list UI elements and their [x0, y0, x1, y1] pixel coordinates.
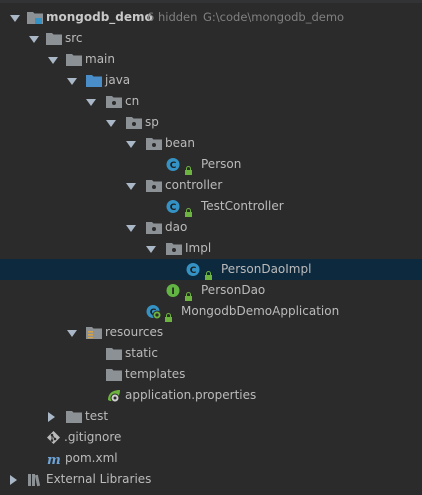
tree-label-sp: sp	[145, 115, 159, 129]
svg-text:C: C	[170, 161, 177, 171]
chevron-down-icon[interactable]	[48, 57, 58, 64]
tree-label-person-dao: PersonDao	[201, 283, 266, 297]
svg-text:C: C	[170, 203, 177, 213]
tree-node-cn[interactable]: cn	[0, 91, 422, 112]
tree-label-bean: bean	[165, 136, 195, 150]
project-tree: mongodb_demo 6 hidden G:\code\mongodb_de…	[0, 7, 422, 490]
chevron-down-icon[interactable]	[29, 36, 39, 43]
tree-node-java[interactable]: java	[0, 70, 422, 91]
class-icon: C	[166, 199, 182, 214]
tree-label-test-controller: TestController	[201, 199, 284, 213]
tree-node-application-properties[interactable]: application.properties	[0, 385, 422, 406]
tree-node-static[interactable]: static	[0, 343, 422, 364]
chevron-right-icon[interactable]	[10, 475, 17, 485]
tree-label-pom: pom.xml	[65, 451, 118, 465]
chevron-down-icon[interactable]	[126, 141, 136, 148]
maven-icon: m	[46, 451, 62, 466]
toolbar-edge	[0, 0, 422, 3]
package-icon	[146, 136, 162, 151]
tree-node-person-dao[interactable]: I PersonDao	[0, 280, 422, 301]
chevron-down-icon[interactable]	[67, 78, 77, 85]
tree-node-project-root[interactable]: mongodb_demo 6 hidden G:\code\mongodb_de…	[0, 7, 422, 28]
tree-label-application-properties: application.properties	[125, 388, 257, 402]
tree-node-mongodb-demo-application[interactable]: C MongodbDemoApplication	[0, 301, 422, 322]
tree-label-static: static	[125, 346, 158, 360]
tree-node-controller[interactable]: controller	[0, 175, 422, 196]
folder-icon	[66, 52, 82, 67]
chevron-down-icon[interactable]	[126, 183, 136, 190]
project-name: mongodb_demo	[46, 10, 153, 24]
spring-properties-icon	[106, 388, 122, 403]
chevron-down-icon[interactable]	[106, 120, 116, 127]
resources-folder-icon	[86, 325, 102, 340]
tree-label-resources: resources	[105, 325, 164, 339]
tree-label-dao: dao	[165, 220, 188, 234]
tree-label-cn: cn	[125, 94, 140, 108]
folder-icon	[106, 367, 122, 382]
chevron-down-icon[interactable]	[126, 225, 136, 232]
git-icon	[46, 430, 62, 445]
tree-node-person[interactable]: C Person	[0, 154, 422, 175]
package-icon	[106, 94, 122, 109]
tree-node-dao[interactable]: dao	[0, 217, 422, 238]
chevron-right-icon[interactable]	[48, 412, 55, 422]
tree-label-src: src	[65, 31, 83, 45]
tree-label-person-dao-impl: PersonDaoImpl	[221, 262, 312, 276]
svg-text:C: C	[190, 266, 197, 276]
tree-label-impl: Impl	[185, 241, 212, 255]
hidden-count: 6 hidden	[147, 10, 198, 24]
package-icon	[166, 241, 182, 256]
chevron-down-icon[interactable]	[67, 330, 77, 337]
class-icon: C	[166, 157, 182, 172]
tree-node-bean[interactable]: bean	[0, 133, 422, 154]
tree-label-gitignore: .gitignore	[64, 430, 122, 444]
folder-icon	[46, 31, 62, 46]
lock-icon	[185, 203, 192, 217]
lock-icon	[185, 287, 192, 301]
tree-node-src[interactable]: src	[0, 28, 422, 49]
tree-label-external-libraries: External Libraries	[46, 472, 152, 486]
tree-node-person-dao-impl[interactable]: C PersonDaoImpl	[0, 259, 422, 280]
tree-label-main: main	[85, 52, 115, 66]
tree-label-templates: templates	[125, 367, 186, 381]
tree-label-mongodb-demo-application: MongodbDemoApplication	[181, 304, 340, 318]
tree-node-sp[interactable]: sp	[0, 112, 422, 133]
package-icon	[146, 220, 162, 235]
svg-text:m: m	[47, 453, 61, 466]
folder-icon	[66, 409, 82, 424]
chevron-down-icon[interactable]	[86, 99, 96, 106]
project-path: G:\code\mongodb_demo	[203, 10, 345, 24]
svg-text:I: I	[171, 287, 174, 297]
tree-node-test-controller[interactable]: C TestController	[0, 196, 422, 217]
tree-node-resources[interactable]: resources	[0, 322, 422, 343]
tree-label-person: Person	[201, 157, 242, 171]
lock-icon	[165, 308, 172, 322]
tree-node-impl[interactable]: Impl	[0, 238, 422, 259]
tree-node-gitignore[interactable]: .gitignore	[0, 427, 422, 448]
tree-label-java: java	[105, 73, 131, 87]
tree-node-test[interactable]: test	[0, 406, 422, 427]
lock-icon	[205, 266, 212, 280]
module-folder-icon	[27, 10, 43, 25]
package-icon	[146, 178, 162, 193]
class-icon: C	[186, 262, 202, 277]
tree-node-templates[interactable]: templates	[0, 364, 422, 385]
tree-label-test: test	[85, 409, 109, 423]
tree-node-pom[interactable]: m pom.xml	[0, 448, 422, 469]
chevron-down-icon[interactable]	[146, 246, 156, 253]
chevron-down-icon[interactable]	[10, 15, 20, 22]
source-folder-icon	[86, 73, 102, 88]
tree-node-external-libraries[interactable]: External Libraries	[0, 469, 422, 490]
tree-label-controller: controller	[165, 178, 223, 192]
tree-node-main[interactable]: main	[0, 49, 422, 70]
interface-icon: I	[166, 283, 182, 298]
package-icon	[126, 115, 142, 130]
spring-boot-class-icon: C	[146, 304, 162, 319]
lock-icon	[185, 161, 192, 175]
libraries-icon	[27, 472, 43, 487]
folder-icon	[106, 346, 122, 361]
